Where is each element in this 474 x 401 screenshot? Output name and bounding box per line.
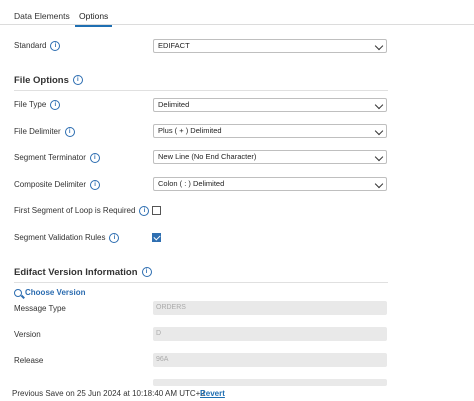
composite-delimiter-value: Colon ( : ) Delimited: [158, 179, 225, 188]
file-options-heading: File Options i: [14, 75, 83, 86]
section-divider: [14, 282, 388, 283]
choose-version-link[interactable]: Choose Version: [14, 288, 85, 297]
file-type-value: Delimited: [158, 100, 190, 109]
release-field: 96A: [153, 353, 387, 367]
chevron-down-icon: [374, 126, 384, 136]
partial-field: [153, 379, 387, 386]
segment-validation-label: Segment Validation Rules i: [14, 233, 120, 243]
search-icon: [14, 288, 22, 297]
file-delimiter-label: File Delimiter i: [14, 127, 75, 137]
standard-value: EDIFACT: [158, 41, 190, 50]
file-type-select[interactable]: Delimited: [153, 98, 387, 112]
composite-delimiter-label: Composite Delimiter i: [14, 180, 101, 190]
first-segment-required-label-text: First Segment of Loop is Required: [14, 206, 136, 216]
file-delimiter-value: Plus ( + ) Delimited: [158, 126, 222, 135]
info-icon[interactable]: i: [89, 153, 100, 163]
info-icon[interactable]: i: [90, 180, 101, 190]
tab-bar: Data Elements Options: [0, 6, 474, 27]
previous-save-text: Previous Save on 25 Jun 2024 at 10:18:40…: [12, 389, 205, 398]
segment-terminator-label: Segment Terminator i: [14, 153, 100, 163]
segment-terminator-select[interactable]: New Line (No End Character): [153, 150, 387, 164]
segment-terminator-label-text: Segment Terminator: [14, 153, 86, 163]
standard-label-text: Standard: [14, 41, 47, 51]
tab-data-elements[interactable]: Data Elements: [14, 11, 70, 21]
first-segment-required-label: First Segment of Loop is Required i: [14, 206, 150, 216]
info-icon[interactable]: i: [50, 41, 61, 51]
chevron-down-icon: [374, 152, 384, 162]
composite-delimiter-select[interactable]: Colon ( : ) Delimited: [153, 177, 387, 191]
chevron-down-icon: [374, 41, 384, 51]
file-type-label: File Type i: [14, 100, 61, 110]
info-icon[interactable]: i: [64, 127, 75, 137]
release-label: Release: [14, 356, 44, 365]
first-segment-required-checkbox[interactable]: [152, 206, 161, 215]
choose-version-label: Choose Version: [25, 288, 86, 297]
file-options-title: File Options: [14, 75, 69, 86]
section-divider: [14, 90, 388, 91]
info-icon[interactable]: i: [141, 267, 152, 278]
file-delimiter-select[interactable]: Plus ( + ) Delimited: [153, 124, 387, 138]
info-icon[interactable]: i: [139, 206, 150, 216]
file-delimiter-label-text: File Delimiter: [14, 127, 61, 137]
version-info-title: Edifact Version Information: [14, 267, 138, 278]
version-field: D: [153, 327, 387, 341]
chevron-down-icon: [374, 100, 384, 110]
message-type-label: Message Type: [14, 304, 66, 313]
info-icon[interactable]: i: [109, 233, 120, 243]
info-icon[interactable]: i: [72, 75, 83, 86]
chevron-down-icon: [374, 179, 384, 189]
info-icon[interactable]: i: [50, 100, 61, 110]
standard-select[interactable]: EDIFACT: [153, 39, 387, 53]
segment-validation-label-text: Segment Validation Rules: [14, 233, 106, 243]
revert-link[interactable]: Revert: [200, 389, 225, 398]
standard-label: Standard i: [14, 41, 61, 51]
composite-delimiter-label-text: Composite Delimiter: [14, 180, 87, 190]
segment-terminator-value: New Line (No End Character): [158, 152, 257, 161]
tab-options[interactable]: Options: [74, 11, 113, 27]
segment-validation-checkbox[interactable]: [152, 233, 161, 242]
file-type-label-text: File Type: [14, 100, 47, 110]
footer-bar: Previous Save on 25 Jun 2024 at 10:18:40…: [0, 386, 474, 401]
message-type-field: ORDERS: [153, 301, 387, 315]
version-label: Version: [14, 330, 41, 339]
version-info-heading: Edifact Version Information i: [14, 267, 152, 278]
